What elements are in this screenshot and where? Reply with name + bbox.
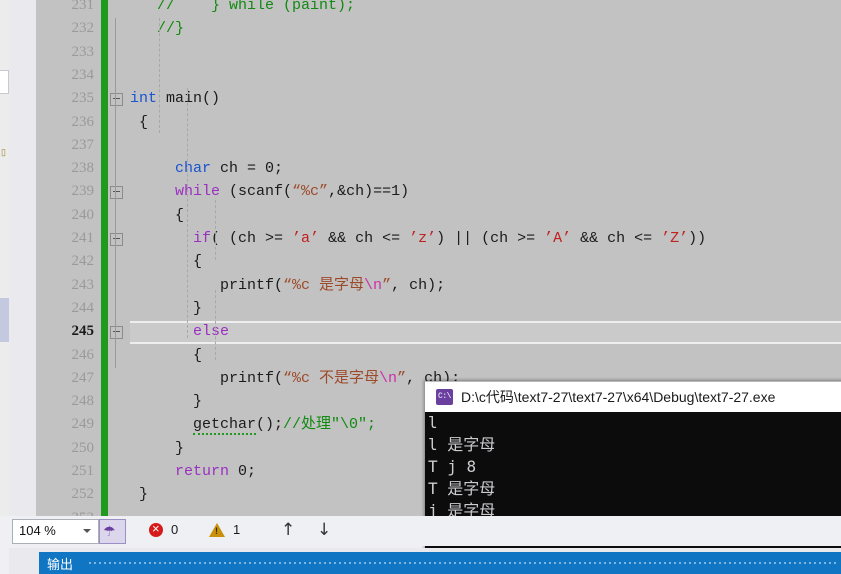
line-number: 232 (71, 20, 95, 37)
indent-guide (187, 88, 189, 338)
editor-status-bar: 104 % ☂ 0 1 ↑ ↓ (9, 516, 841, 546)
output-panel-dotted-rule (89, 562, 837, 564)
code-line[interactable]: } (130, 390, 202, 413)
line-number: 241 (71, 230, 95, 246)
line-number: 246 (71, 346, 95, 363)
code-line[interactable]: // } while (paint); (130, 0, 355, 17)
code-line[interactable]: char ch = 0; (130, 157, 283, 180)
console-output-line: l 是字母 (428, 435, 496, 454)
console-app-icon: C:\ (436, 389, 453, 405)
line-number: 248 (71, 393, 95, 410)
code-line[interactable]: return 0; (130, 460, 256, 483)
line-number: 250 (71, 439, 95, 456)
output-panel: 输出 (9, 548, 841, 574)
line-number: 242 (71, 253, 95, 270)
warning-count: 1 (233, 522, 241, 537)
line-number: 243 (71, 276, 95, 293)
current-line-highlight (130, 321, 841, 345)
line-number: 235 (71, 90, 95, 107)
line-number: 238 (71, 160, 95, 177)
left-rail-scroll-thumb[interactable] (0, 298, 9, 342)
line-number: 247 (71, 369, 95, 386)
arrow-up-icon[interactable]: ↑ (281, 520, 295, 540)
fold-toggle-icon[interactable] (110, 326, 123, 340)
console-app-icon-text: C:\ (438, 392, 451, 401)
left-rail-collapsed-tab[interactable]: ▯ (0, 70, 9, 157)
indent-guide (215, 290, 217, 360)
warning-icon (209, 523, 225, 537)
code-line[interactable]: } (130, 297, 202, 320)
fold-toggle-icon[interactable] (110, 93, 123, 107)
line-number: 231 (71, 0, 95, 13)
indent-guide (159, 18, 161, 133)
output-panel-title: 输出 (47, 557, 74, 572)
line-number: 253 (36, 507, 95, 516)
output-panel-header[interactable]: 输出 (39, 552, 841, 574)
error-count: 0 (171, 522, 179, 537)
line-number: 249 (71, 416, 95, 433)
bookmark-icon: ▯ (1, 147, 6, 157)
code-line[interactable]: printf(“%c 不是字母\n”, ch); (130, 367, 460, 390)
code-line[interactable]: int main() (130, 87, 220, 110)
intellicode-button[interactable]: ☂ (99, 519, 126, 544)
console-output-line: l (428, 413, 438, 432)
line-number: 251 (71, 463, 95, 479)
code-line[interactable]: { (130, 250, 202, 273)
code-line[interactable]: while (scanf(“%c”,&ch)==1) (130, 180, 409, 203)
line-number: 236 (71, 113, 95, 130)
code-line[interactable]: } (130, 437, 184, 460)
console-title-bar[interactable]: C:\ D:\c代码\text7-27\text7-27\x64\Debug\t… (425, 381, 841, 412)
intellicode-icon: ☂ (103, 523, 116, 539)
code-line[interactable]: { (130, 204, 184, 227)
zoom-level-combobox[interactable]: 104 % (12, 519, 99, 544)
line-number: 233 (71, 43, 95, 60)
code-line[interactable]: { (130, 344, 202, 367)
line-number: 245 (71, 323, 95, 340)
console-output-line: T j 8 (428, 457, 477, 476)
error-icon (149, 521, 163, 537)
change-tracking-bar (101, 0, 108, 516)
fold-connector (115, 18, 116, 136)
fold-toggle-icon[interactable] (110, 233, 123, 246)
fold-margin[interactable] (108, 0, 130, 516)
code-line[interactable]: } (130, 483, 148, 506)
code-line[interactable]: getchar();//处理"\0"; (130, 413, 376, 436)
line-number: 239 (71, 183, 95, 200)
line-number: 237 (71, 136, 95, 153)
indent-guide (215, 200, 217, 260)
line-number: 240 (71, 206, 95, 223)
code-line[interactable]: { (130, 111, 148, 134)
fold-connector (115, 288, 116, 368)
line-number: 244 (71, 299, 95, 316)
line-number: 234 (71, 66, 95, 83)
fold-toggle-icon[interactable] (110, 186, 123, 200)
zoom-level-value: 104 % (19, 523, 56, 538)
code-line[interactable]: printf(“%c 是字母\n”, ch); (130, 274, 445, 297)
arrow-down-icon[interactable]: ↓ (317, 520, 331, 540)
chevron-down-icon[interactable] (83, 529, 91, 533)
line-number: 252 (71, 486, 95, 503)
console-output-line: T 是字母 (428, 479, 496, 498)
code-line[interactable]: //} (130, 17, 184, 40)
console-title-text: D:\c代码\text7-27\text7-27\x64\Debug\text7… (461, 389, 776, 405)
